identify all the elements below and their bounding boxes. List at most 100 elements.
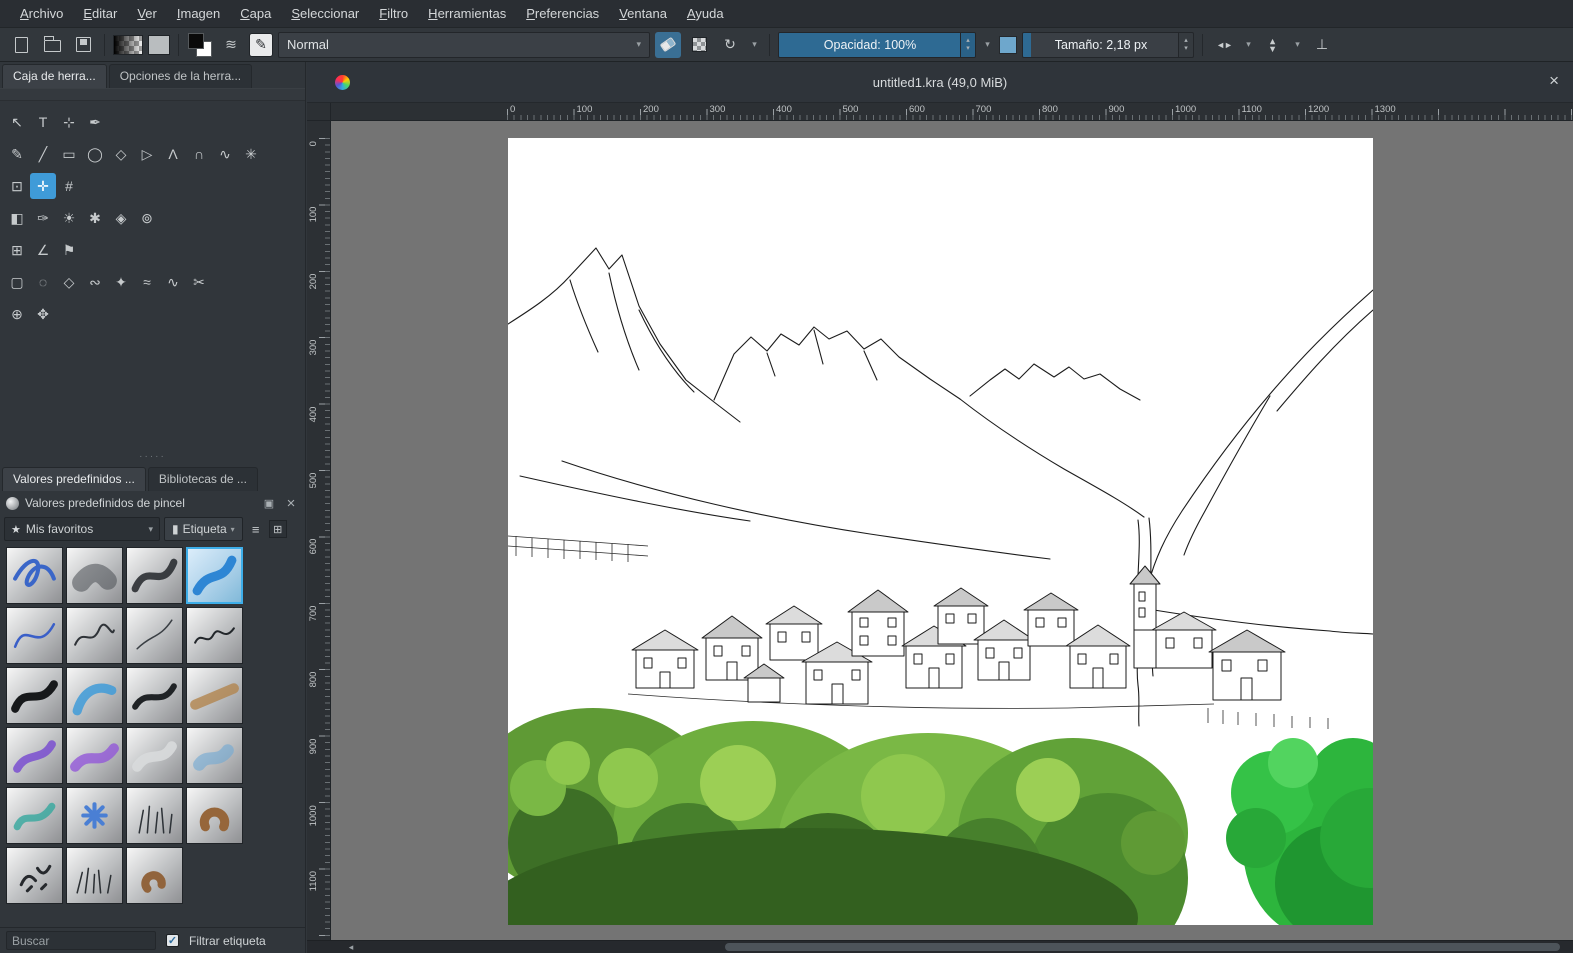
dynamic-brush-tool[interactable]: ∿ — [212, 141, 238, 167]
open-document-button[interactable] — [39, 32, 65, 58]
tag-button[interactable]: ▮ Etiqueta ▾ — [164, 517, 243, 541]
rectangular-select-tool[interactable]: ▢ — [4, 269, 30, 295]
opacity-dropdown[interactable]: ▾ — [981, 32, 994, 58]
zoom-tool[interactable]: ⊕ — [4, 301, 30, 327]
preserve-alpha-button[interactable] — [686, 32, 712, 58]
menu-item[interactable]: Ver — [127, 2, 167, 25]
freehand-select-tool[interactable]: ∾ — [82, 269, 108, 295]
select-shapes-tool[interactable]: ↖ — [4, 109, 30, 135]
dock-tab[interactable]: Bibliotecas de ... — [147, 467, 258, 491]
dock-splitter-handle[interactable]: ····· — [0, 452, 305, 465]
brush-preset[interactable] — [66, 787, 123, 844]
brush-preset[interactable] — [186, 607, 243, 664]
brush-preset[interactable] — [66, 547, 123, 604]
magnetic-select-tool[interactable]: ✂ — [186, 269, 212, 295]
horizontal-scrollbar[interactable]: ◂ — [307, 940, 1573, 953]
canvas[interactable] — [508, 138, 1373, 925]
move-tool[interactable]: ✛ — [30, 173, 56, 199]
wrap-around-mode-button[interactable]: ⊥ — [1309, 32, 1335, 58]
menu-item[interactable]: Capa — [230, 2, 281, 25]
color-sampler-tool[interactable]: ✑ — [30, 205, 56, 231]
close-document-button[interactable]: × — [1549, 72, 1559, 89]
dock-tab[interactable]: Opciones de la herra... — [108, 64, 253, 88]
tag-filter-combobox[interactable]: ★ Mis favoritos ▾ — [4, 517, 160, 541]
new-document-button[interactable] — [8, 32, 34, 58]
brush-preset-dropdown[interactable]: ▾ — [748, 32, 761, 58]
menu-item[interactable]: Archivo — [10, 2, 73, 25]
bezier-select-tool[interactable]: ∿ — [160, 269, 186, 295]
scrollbar-thumb[interactable] — [724, 943, 1561, 951]
brush-preset[interactable] — [126, 547, 183, 604]
menu-item[interactable]: Imagen — [167, 2, 230, 25]
colorize-mask-tool[interactable]: ☀ — [56, 205, 82, 231]
toolbox-docker-titlebar[interactable] — [0, 88, 305, 101]
brush-preset[interactable] — [126, 727, 183, 784]
brush-preset[interactable] — [6, 787, 63, 844]
brush-preset[interactable] — [66, 727, 123, 784]
display-mode-menu-button[interactable]: ≡ — [247, 522, 265, 537]
brush-preset[interactable] — [6, 847, 63, 904]
menu-item[interactable]: Ventana — [609, 2, 677, 25]
scroll-left-arrow[interactable]: ◂ — [343, 941, 359, 953]
search-input[interactable] — [6, 931, 156, 950]
brush-preset[interactable] — [126, 847, 183, 904]
edit-shapes-tool[interactable]: ⊹ — [56, 109, 82, 135]
size-spinner[interactable]: ▴ ▾ — [1178, 32, 1193, 57]
assistants-tool[interactable]: ⊞ — [4, 237, 30, 263]
elliptical-select-tool[interactable]: ◌ — [30, 269, 56, 295]
transform-tool[interactable]: ⊡ — [4, 173, 30, 199]
reference-images-tool[interactable]: ⚑ — [56, 237, 82, 263]
polygonal-select-tool[interactable]: ◇ — [56, 269, 82, 295]
pan-tool[interactable]: ✥ — [30, 301, 56, 327]
enclose-fill-tool[interactable]: ⊚ — [134, 205, 160, 231]
mirror-vertical-dropdown[interactable]: ▾ — [1291, 32, 1304, 58]
brush-preset[interactable] — [126, 787, 183, 844]
dock-tab[interactable]: Caja de herra... — [2, 64, 107, 88]
bezier-curve-tool[interactable]: Λ — [160, 141, 186, 167]
calligraphy-tool[interactable]: ✒ — [82, 109, 108, 135]
gradient-tool[interactable]: ◧ — [4, 205, 30, 231]
smart-patch-tool[interactable]: ✱ — [82, 205, 108, 231]
edit-brush-settings-button[interactable]: ✎ — [249, 32, 273, 57]
canvas-scroll-area[interactable] — [331, 121, 1573, 940]
polygon-tool[interactable]: ◇ — [108, 141, 134, 167]
brush-preset[interactable] — [6, 667, 63, 724]
menu-item[interactable]: Filtro — [369, 2, 418, 25]
brush-preset[interactable] — [66, 847, 123, 904]
freehand-path-tool[interactable]: ∩ — [186, 141, 212, 167]
crop-tool[interactable]: # — [56, 173, 82, 199]
fill-tool[interactable]: ◈ — [108, 205, 134, 231]
brush-preset[interactable] — [66, 667, 123, 724]
brush-preset[interactable] — [186, 787, 243, 844]
opacity-slider[interactable]: Opacidad: 100% ▴ ▾ — [778, 31, 976, 58]
filter-tag-checkbox[interactable]: ✓ — [166, 934, 179, 947]
preset-view-options-button[interactable]: ⊞ — [268, 520, 287, 538]
contiguous-select-tool[interactable]: ✦ — [108, 269, 134, 295]
brush-preset[interactable] — [66, 607, 123, 664]
mirror-vertical-button[interactable]: ◄► — [1260, 32, 1286, 58]
gradient-chooser-button[interactable] — [113, 34, 143, 55]
text-tool[interactable]: T — [30, 109, 56, 135]
blending-mode-combobox[interactable]: Normal ▾ — [278, 31, 650, 58]
float-docker-button[interactable]: ▣ — [261, 497, 277, 510]
fg-bg-color-selector[interactable] — [187, 32, 213, 58]
rectangle-tool[interactable]: ▭ — [56, 141, 82, 167]
menu-item[interactable]: Seleccionar — [281, 2, 369, 25]
menu-item[interactable]: Editar — [73, 2, 127, 25]
multibrush-tool[interactable]: ✳ — [238, 141, 264, 167]
line-tool[interactable]: ╱ — [30, 141, 56, 167]
brush-preset[interactable] — [126, 607, 183, 664]
dock-tab[interactable]: Valores predefinidos ... — [2, 467, 146, 491]
brush-preset[interactable] — [126, 667, 183, 724]
pattern-chooser-button[interactable] — [148, 34, 170, 55]
measure-tool[interactable]: ∠ — [30, 237, 56, 263]
mirror-horizontal-button[interactable]: ◄► — [1211, 32, 1237, 58]
brush-option-slider-button[interactable]: ≋ — [218, 32, 244, 58]
save-document-button[interactable] — [70, 32, 96, 58]
brush-preset[interactable] — [186, 727, 243, 784]
menu-item[interactable]: Ayuda — [677, 2, 734, 25]
opacity-spinner[interactable]: ▴ ▾ — [960, 32, 975, 57]
ellipse-tool[interactable]: ◯ — [82, 141, 108, 167]
reload-original-preset-button[interactable]: ↻ — [717, 32, 743, 58]
brush-preset[interactable] — [186, 547, 243, 604]
